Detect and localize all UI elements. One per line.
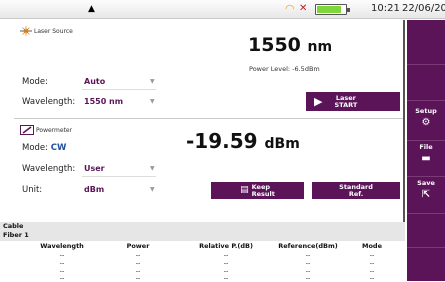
col-header-relative: Relative P.(dB) [199,242,253,250]
fiber-label: Fiber 1 [3,231,29,239]
save-export-icon: ⇱ [421,189,431,200]
play-icon: ▶ [314,95,323,108]
power-reading-value: -19.59 [186,129,258,153]
laser-source-heading: Laser Source [20,26,73,36]
pm-unit-select[interactable]: dBm [84,185,104,194]
table-cell: -- [135,259,141,267]
keep-result-button[interactable]: ▤ Keep Result [211,182,304,199]
chevron-down-icon: ▼ [150,98,155,105]
pm-wavelength-select[interactable]: User [84,164,105,173]
laser-wavelength-label: Wavelength: [22,97,76,107]
table-cell: -- [369,259,375,267]
sidebar-empty-button-2[interactable] [407,65,445,100]
chevron-down-icon: ▼ [150,186,155,193]
table-cell: -- [305,259,311,267]
laser-wavelength-display: 1550 nm [248,34,332,56]
laser-wavelength-value: 1550 [248,34,301,56]
keep-result-label: Keep Result [251,182,275,198]
laser-wavelength-select[interactable]: 1550 nm [84,97,123,106]
laser-icon [20,26,32,36]
laser-mode-select[interactable]: Auto [84,77,105,86]
table-cell: -- [59,259,65,267]
mouse-cursor-icon: ▲ [88,4,95,14]
file-button[interactable]: File ▬ [407,141,445,176]
powermeter-icon [20,125,34,135]
laser-source-title: Laser Source [34,27,73,35]
setup-label: Setup [415,107,437,115]
standard-ref-label: Standard Ref. [339,182,373,198]
sidebar-empty-button-3[interactable] [407,214,445,247]
sidebar-empty-button-4[interactable] [407,248,445,281]
powermeter-heading: Powermeter [20,125,72,135]
file-label: File [419,143,433,151]
powermeter-section: Powermeter Mode: CW -19.59 dBm Wavelengt… [14,118,403,222]
clock-date: 22/06/202 [402,3,445,14]
laser-start-button[interactable]: ▶ Laser START [306,92,400,111]
powermeter-mode: Mode: CW [22,143,66,153]
col-header-mode: Mode [362,242,382,250]
status-bar: ▲ ◠ ✕ 10:21 22/06/202 [0,0,445,19]
wifi-icon: ◠ [285,2,295,15]
folder-icon: ▬ [421,153,431,164]
sidebar-empty-button-1[interactable] [407,20,445,64]
table-icon: ▤ [240,185,249,195]
chevron-down-icon: ▼ [150,165,155,172]
cable-label: Cable [3,222,24,230]
power-reading-unit: dBm [264,136,300,152]
save-label: Save [417,179,435,187]
table-cell: -- [223,259,229,267]
table-cell: -- [223,251,229,259]
save-button[interactable]: Save ⇱ [407,177,445,213]
laser-start-label: Laser START [334,93,358,109]
table-cell: -- [369,251,375,259]
setup-button[interactable]: Setup ⚙ [407,103,445,141]
gear-icon: ⚙ [421,117,431,128]
results-table: Cable Fiber 1 Wavelength Power Relative … [0,222,405,282]
power-reading-display: -19.59 dBm [186,129,300,153]
pm-unit-label: Unit: [22,185,43,195]
table-cell: -- [135,251,141,259]
table-cell: -- [305,251,311,259]
standard-ref-button[interactable]: Standard Ref. [312,182,400,199]
main-panel: Laser Source 1550 nm Power Level: -6.5dB… [0,20,405,282]
powermeter-mode-value: CW [50,143,67,153]
powermeter-mode-label: Mode: [22,143,49,153]
laser-wavelength-unit: nm [307,39,333,55]
table-cell: -- [59,251,65,259]
laser-mode-underline [82,89,156,90]
usb-disconnected-icon: ✕ [299,3,308,14]
col-header-reference: Reference(dBm) [278,242,338,250]
powermeter-title: Powermeter [36,126,73,134]
battery-icon [315,4,350,15]
pm-wavelength-label: Wavelength: [22,164,76,174]
laser-source-section: Laser Source 1550 nm Power Level: -6.5dB… [14,20,403,118]
chevron-down-icon: ▼ [150,78,155,85]
col-header-power: Power [126,242,150,250]
laser-mode-label: Mode: [22,77,49,87]
clock-time: 10:21 [371,3,400,14]
sidebar-divider [407,100,445,101]
power-level-text: Power Level: -6.5dBm [249,65,320,73]
col-header-wavelength: Wavelength [40,242,84,250]
cable-header: Cable Fiber 1 [0,222,405,241]
pm-wavelength-underline [82,176,156,177]
right-sidebar: Setup ⚙ File ▬ Save ⇱ [407,20,445,281]
